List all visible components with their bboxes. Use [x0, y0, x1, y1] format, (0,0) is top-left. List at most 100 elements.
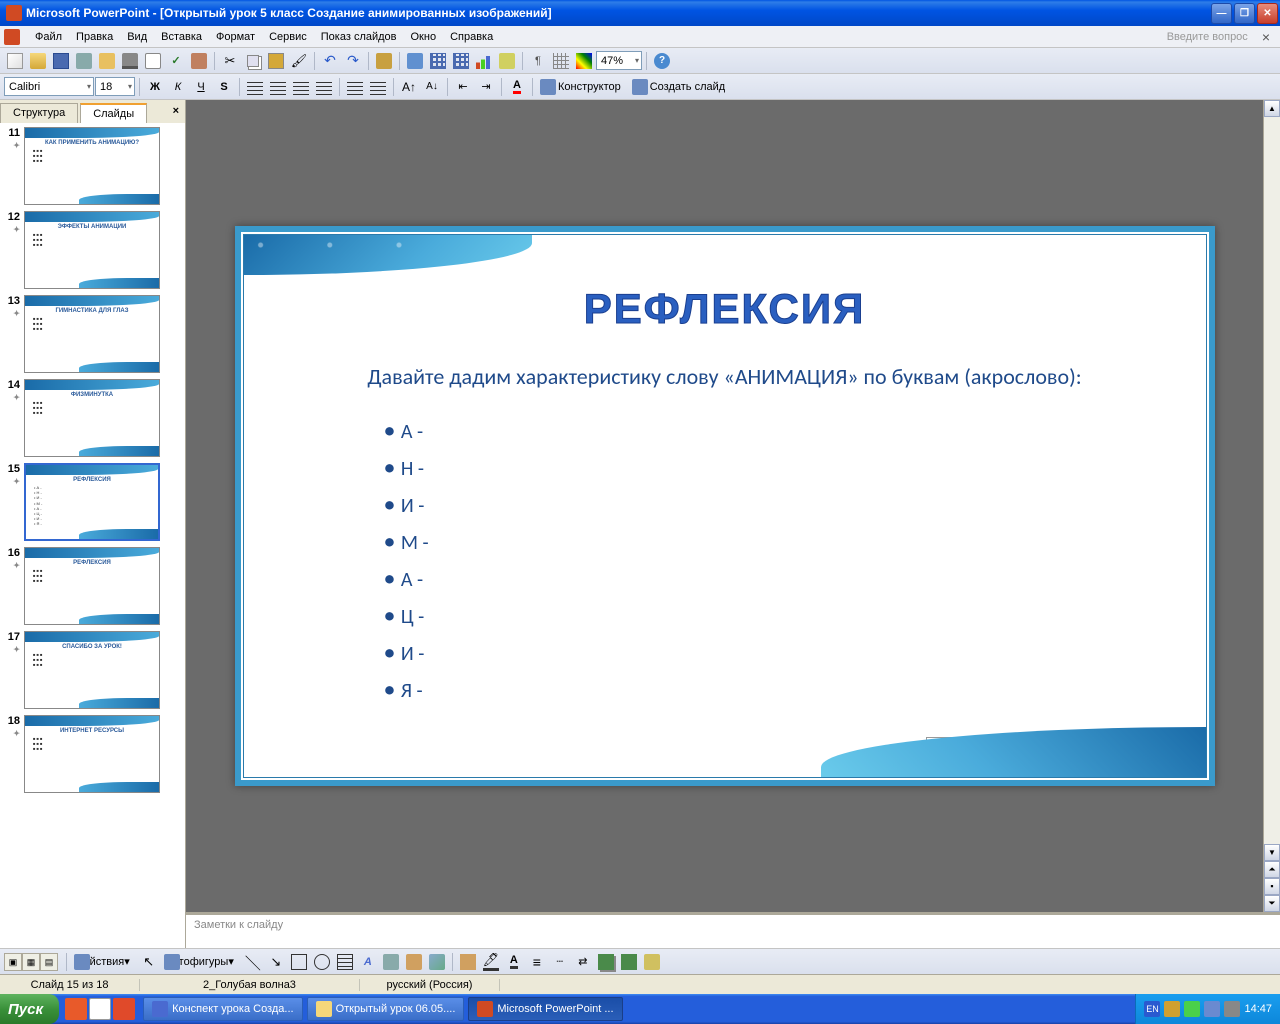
- table-button[interactable]: [427, 50, 449, 72]
- undo-button[interactable]: ↶: [319, 50, 341, 72]
- slide-list-item[interactable]: А -: [384, 560, 1206, 597]
- clock[interactable]: 14:47: [1244, 1003, 1272, 1015]
- textbox-button[interactable]: [334, 951, 356, 973]
- taskbar-item[interactable]: Конспект урока Созда...: [143, 997, 303, 1021]
- tray-icon-3[interactable]: [1204, 1001, 1220, 1017]
- slide-list-item[interactable]: А -: [384, 412, 1206, 449]
- bold-button[interactable]: Ж: [144, 76, 166, 98]
- menu-help[interactable]: Справка: [443, 29, 500, 45]
- lang-indicator[interactable]: EN: [1144, 1001, 1160, 1017]
- thumbnail-row[interactable]: 16✦ РЕФЛЕКСИЯ ■ ■ ■■ ■ ■■ ■ ■: [4, 547, 181, 625]
- fontsize-select[interactable]: 18: [95, 77, 135, 96]
- vertical-scrollbar[interactable]: ▲ ▼ ⏶ ▪ ⏷: [1263, 100, 1280, 912]
- taskbar-item[interactable]: Microsoft PowerPoint ...: [468, 997, 622, 1021]
- slide[interactable]: РЕФЛЕКСИЯ Давайте дадим характеристику с…: [235, 226, 1215, 786]
- slide-list-item[interactable]: Я -: [384, 671, 1206, 708]
- 3d-style-button[interactable]: [618, 951, 640, 973]
- insert-object-button[interactable]: [641, 951, 663, 973]
- tables-borders-button[interactable]: [450, 50, 472, 72]
- tab-slides[interactable]: Слайды: [80, 103, 147, 123]
- equation-button[interactable]: [496, 50, 518, 72]
- line-style-button[interactable]: ≡: [526, 951, 548, 973]
- shadow-style-button[interactable]: [595, 951, 617, 973]
- zoom-select[interactable]: 47%: [596, 51, 642, 70]
- grid-button[interactable]: [550, 50, 572, 72]
- email-button[interactable]: [96, 50, 118, 72]
- menu-format[interactable]: Формат: [209, 29, 262, 45]
- system-tray[interactable]: EN 14:47: [1135, 994, 1280, 1024]
- scroll-track[interactable]: [1264, 117, 1280, 844]
- slide-list-item[interactable]: Ц -: [384, 597, 1206, 634]
- arrow-button[interactable]: ↘: [265, 951, 287, 973]
- paste-button[interactable]: [265, 50, 287, 72]
- show-hide-button[interactable]: ¶: [527, 50, 549, 72]
- menu-view[interactable]: Вид: [120, 29, 154, 45]
- slide-title[interactable]: РЕФЛЕКСИЯ: [244, 285, 1206, 333]
- increase-font-button[interactable]: A↑: [398, 76, 420, 98]
- print-button[interactable]: [119, 50, 141, 72]
- thumbnail-row[interactable]: 13✦ ГИМНАСТИКА ДЛЯ ГЛАЗ ■ ■ ■■ ■ ■■ ■ ■: [4, 295, 181, 373]
- close-button[interactable]: ✕: [1257, 3, 1278, 24]
- sorter-view-button[interactable]: ▦: [22, 953, 40, 971]
- panel-close-button[interactable]: ×: [167, 103, 185, 123]
- actions-menu[interactable]: Действия ▾: [71, 951, 137, 973]
- preview-button[interactable]: [142, 50, 164, 72]
- open-button[interactable]: [27, 50, 49, 72]
- thumbnail-row[interactable]: 14✦ ФИЗМИНУТКА ■ ■ ■■ ■ ■■ ■ ■: [4, 379, 181, 457]
- permission-button[interactable]: [73, 50, 95, 72]
- underline-button[interactable]: Ч: [190, 76, 212, 98]
- redo-button[interactable]: ↷: [342, 50, 364, 72]
- doc-close-button[interactable]: ×: [1256, 29, 1276, 45]
- tray-icon-1[interactable]: [1164, 1001, 1180, 1017]
- menu-insert[interactable]: Вставка: [154, 29, 209, 45]
- thumbnail-row[interactable]: 18✦ ИНТЕРНЕТ РЕСУРСЫ ■ ■ ■■ ■ ■■ ■ ■: [4, 715, 181, 793]
- menu-window[interactable]: Окно: [404, 29, 444, 45]
- question-box[interactable]: Введите вопрос: [1167, 31, 1256, 43]
- new-slide-button[interactable]: Создать слайд: [629, 76, 732, 98]
- thumbnail[interactable]: ГИМНАСТИКА ДЛЯ ГЛАЗ ■ ■ ■■ ■ ■■ ■ ■: [24, 295, 160, 373]
- slide-list[interactable]: А -Н -И -М -А -Ц -И -Я -: [384, 412, 1206, 708]
- arrow-style-button[interactable]: ⇄: [572, 951, 594, 973]
- italic-button[interactable]: К: [167, 76, 189, 98]
- status-language[interactable]: русский (Россия): [360, 979, 500, 991]
- ql-app-icon[interactable]: [89, 998, 111, 1020]
- slide-list-item[interactable]: М -: [384, 523, 1206, 560]
- slide-nav-button[interactable]: ▪: [1264, 878, 1280, 895]
- diagram-button[interactable]: [380, 951, 402, 973]
- normal-view-button[interactable]: ▣: [4, 953, 22, 971]
- slide-list-item[interactable]: И -: [384, 486, 1206, 523]
- oval-button[interactable]: [311, 951, 333, 973]
- autoshapes-menu[interactable]: Автофигуры ▾: [161, 951, 241, 973]
- copy-button[interactable]: [242, 50, 264, 72]
- clipart-button[interactable]: [403, 951, 425, 973]
- align-right-button[interactable]: [290, 76, 312, 98]
- bullets-button[interactable]: [367, 76, 389, 98]
- menu-slideshow[interactable]: Показ слайдов: [314, 29, 404, 45]
- tray-icon-2[interactable]: [1184, 1001, 1200, 1017]
- thumbnail-row[interactable]: 12✦ ЭФФЕКТЫ АНИМАЦИИ ■ ■ ■■ ■ ■■ ■ ■: [4, 211, 181, 289]
- ink-button[interactable]: [373, 50, 395, 72]
- line-button[interactable]: ＼: [242, 951, 264, 973]
- select-button[interactable]: ↖: [138, 951, 160, 973]
- thumbnail[interactable]: СПАСИБО ЗА УРОК! ■ ■ ■■ ■ ■■ ■ ■: [24, 631, 160, 709]
- dash-style-button[interactable]: ┄: [549, 951, 571, 973]
- font-color-draw-button[interactable]: A: [503, 951, 525, 973]
- distributed-button[interactable]: [313, 76, 335, 98]
- align-center-button[interactable]: [267, 76, 289, 98]
- font-select[interactable]: Calibri: [4, 77, 94, 96]
- line-color-button[interactable]: 🖊: [480, 951, 502, 973]
- ql-yandex-icon[interactable]: [113, 998, 135, 1020]
- format-painter-button[interactable]: 🖌: [288, 50, 310, 72]
- ql-firefox-icon[interactable]: [65, 998, 87, 1020]
- thumbnail[interactable]: ИНТЕРНЕТ РЕСУРСЫ ■ ■ ■■ ■ ■■ ■ ■: [24, 715, 160, 793]
- font-color-button[interactable]: A: [506, 76, 528, 98]
- menu-edit[interactable]: Правка: [69, 29, 120, 45]
- slide-list-item[interactable]: Н -: [384, 449, 1206, 486]
- start-button[interactable]: Пуск: [0, 994, 59, 1024]
- increase-indent-button[interactable]: ⇥: [475, 76, 497, 98]
- tray-volume-icon[interactable]: [1224, 1001, 1240, 1017]
- thumbnail-row[interactable]: 11✦ КАК ПРИМЕНИТЬ АНИМАЦИЮ? ■ ■ ■■ ■ ■■ …: [4, 127, 181, 205]
- align-left-button[interactable]: [244, 76, 266, 98]
- hyperlink-button[interactable]: [404, 50, 426, 72]
- save-button[interactable]: [50, 50, 72, 72]
